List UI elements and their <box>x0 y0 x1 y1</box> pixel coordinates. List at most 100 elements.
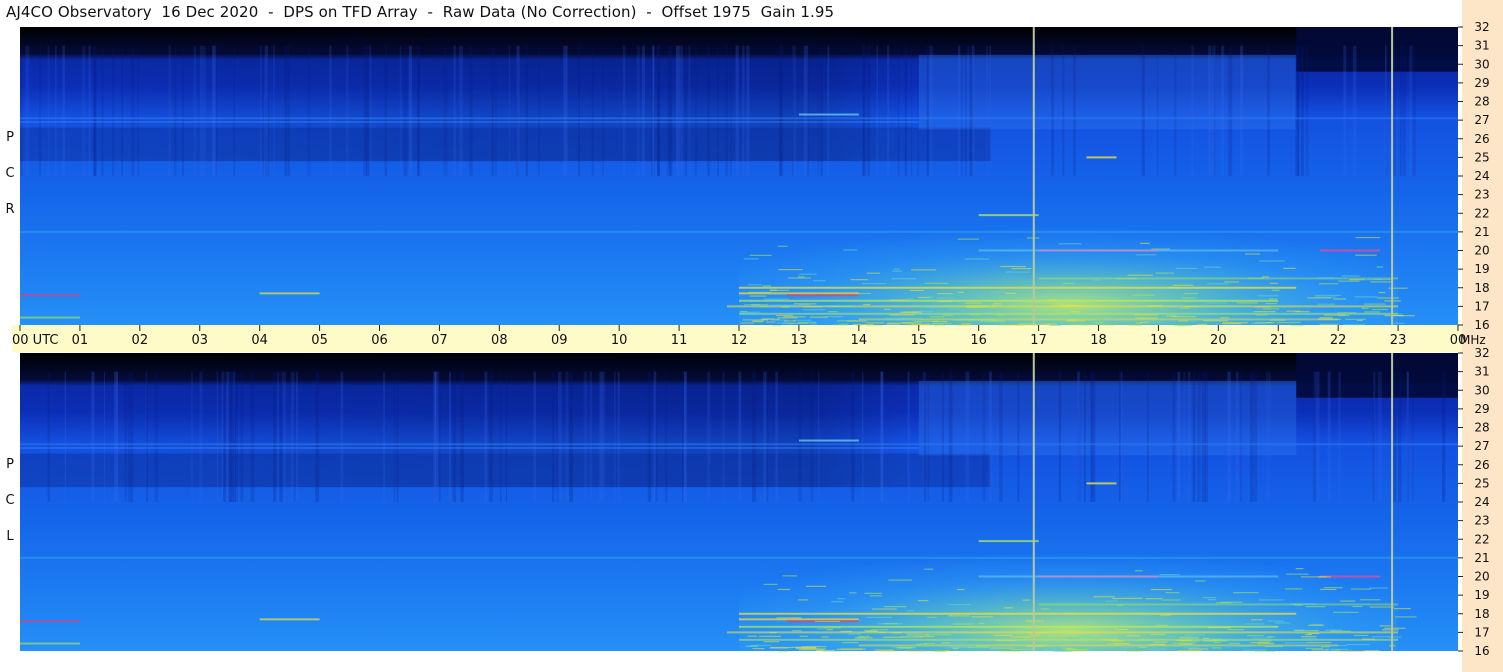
speckle <box>1165 592 1180 594</box>
speckle <box>878 650 900 652</box>
speckle <box>924 642 935 645</box>
speckle <box>1261 276 1269 278</box>
speckle <box>952 647 959 649</box>
texture-streak <box>827 45 830 176</box>
x-tick-label: 16 <box>970 333 987 348</box>
speckle <box>1177 324 1188 327</box>
texture-streak <box>820 45 823 176</box>
speckle <box>1134 314 1158 316</box>
speckle <box>809 323 818 325</box>
x-tick-label: 06 <box>371 333 388 348</box>
texture-streak <box>1412 371 1414 502</box>
texture-streak <box>735 45 739 176</box>
texture-streak <box>233 45 236 176</box>
texture-streak <box>489 371 493 502</box>
texture-streak <box>738 371 742 502</box>
speckle <box>1195 580 1206 582</box>
speckle <box>1048 299 1057 301</box>
texture-streak <box>752 371 757 502</box>
texture-streak <box>403 45 408 176</box>
texture-streak <box>1300 45 1304 176</box>
y-tick-label: 27 <box>1474 439 1489 453</box>
speckle <box>1005 271 1031 273</box>
speckle <box>776 617 802 619</box>
speckle <box>1150 633 1166 636</box>
texture-streak <box>583 371 588 502</box>
speckle <box>1180 307 1189 309</box>
interference-line <box>20 117 1458 120</box>
speckle <box>809 316 828 318</box>
interference-line <box>1038 603 1399 606</box>
texture-streak <box>1211 45 1216 176</box>
texture-streak <box>1402 45 1406 176</box>
speckle <box>1184 305 1199 308</box>
speckle <box>1371 636 1390 638</box>
speckle <box>858 637 866 639</box>
texture-streak <box>145 371 147 502</box>
speckle <box>1046 650 1065 652</box>
texture-streak <box>1177 371 1180 502</box>
speckle <box>1022 599 1031 601</box>
speckle <box>942 314 954 317</box>
speckle <box>995 639 1016 642</box>
texture-streak <box>383 371 386 502</box>
speckle <box>1211 647 1222 649</box>
speckle <box>1105 600 1119 602</box>
speckle <box>1179 637 1199 639</box>
texture-streak <box>1386 45 1388 176</box>
y-tick-label: 28 <box>1474 95 1489 109</box>
speckle <box>1049 644 1061 646</box>
speckle <box>797 304 811 306</box>
speckle <box>740 322 754 324</box>
speckle <box>1135 317 1158 319</box>
speckle <box>929 316 945 318</box>
x-tick-label: 02 <box>132 333 149 348</box>
speckle <box>1070 310 1080 313</box>
interference-line <box>20 620 80 623</box>
speckle <box>1242 649 1266 651</box>
speckle <box>1320 588 1337 591</box>
speckle <box>838 323 849 325</box>
speckle <box>1267 636 1276 638</box>
speckle <box>990 647 1013 649</box>
x-tick-label: 04 <box>251 333 268 348</box>
texture-streak <box>591 45 594 176</box>
texture-streak <box>694 45 698 176</box>
texture-streak <box>284 45 288 176</box>
speckle <box>837 598 845 600</box>
x-tick-label: 05 <box>311 333 328 348</box>
speckle <box>1341 275 1360 277</box>
speckle <box>1361 307 1369 309</box>
speckle <box>783 316 806 318</box>
interference-line <box>20 316 80 319</box>
spectrogram-figure: 00 UTC 01 02 03 04 05 06 07 08 09 10 11 12 13 14 15 16 17… <box>12 0 1503 672</box>
speckle <box>1234 645 1250 647</box>
texture-streak <box>862 371 864 502</box>
y-tick-label: 32 <box>1474 346 1489 360</box>
x-tick-label: 14 <box>851 333 868 348</box>
texture-streak <box>191 371 193 502</box>
texture-streak <box>262 45 264 176</box>
texture-streak <box>965 371 970 502</box>
speckle <box>1064 648 1090 651</box>
speckle <box>1330 630 1351 632</box>
speckle <box>1121 597 1143 599</box>
texture-streak <box>867 45 870 176</box>
texture-streak <box>653 45 655 176</box>
speckle <box>866 272 881 274</box>
speckle <box>858 635 870 637</box>
speckle <box>999 324 1025 326</box>
speckle <box>1128 324 1142 327</box>
speckle <box>1255 306 1271 308</box>
speckle <box>1323 314 1346 316</box>
speckle <box>1172 284 1194 286</box>
speckle <box>1102 639 1118 641</box>
speckle <box>1181 645 1198 647</box>
speckle <box>1319 283 1339 285</box>
speckle <box>793 319 812 321</box>
texture-streak <box>273 45 275 176</box>
texture-streak <box>93 45 96 176</box>
texture-streak <box>614 371 616 502</box>
texture-streak <box>460 371 464 502</box>
texture-streak <box>551 371 555 502</box>
